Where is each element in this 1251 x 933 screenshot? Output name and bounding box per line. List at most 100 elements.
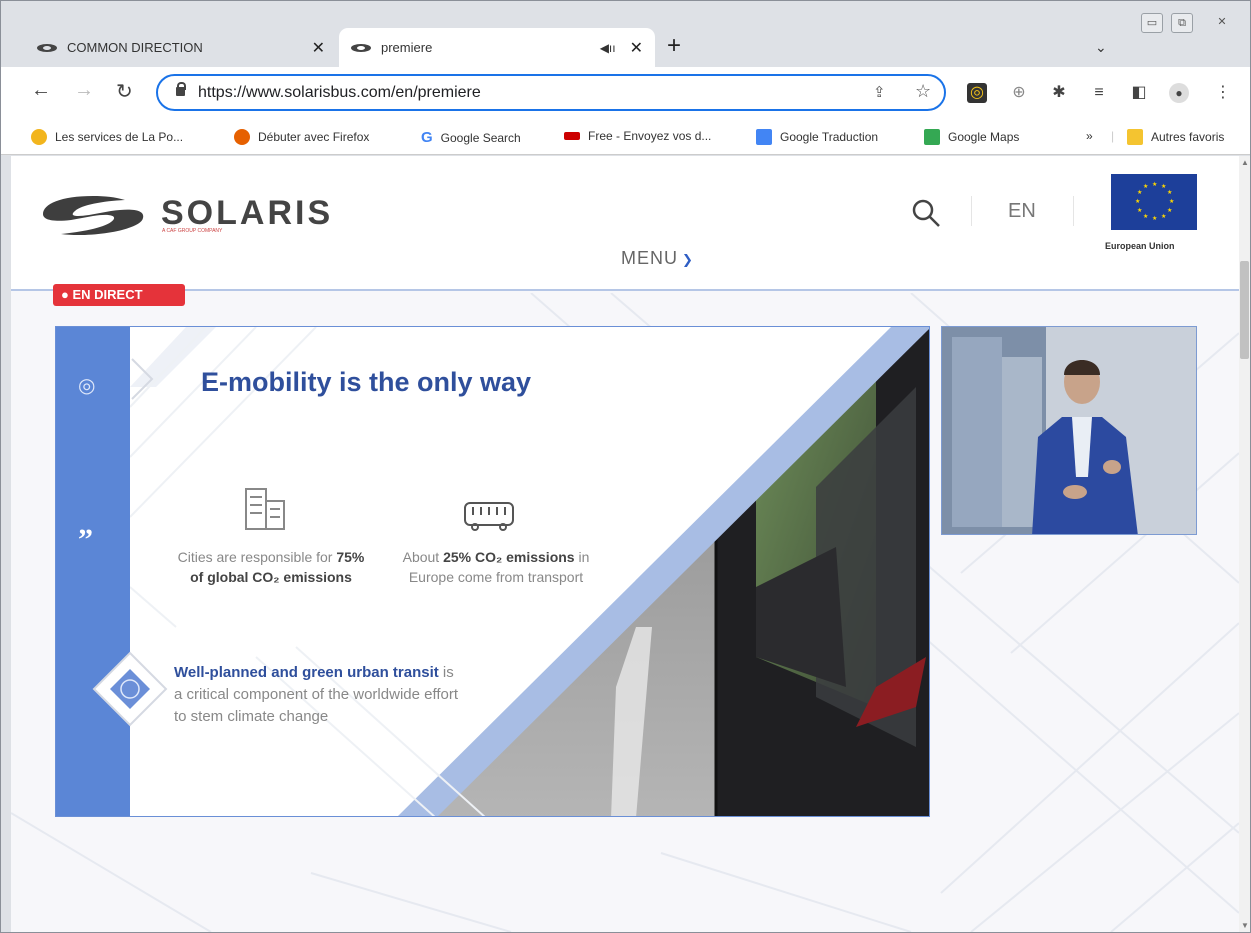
close-tab-icon[interactable]: ✕ xyxy=(630,38,643,58)
bookmark-label: Google Traduction xyxy=(780,130,879,144)
solaris-logo-icon[interactable] xyxy=(41,194,145,238)
live-badge: ● EN DIRECT xyxy=(53,284,185,306)
extension-icon[interactable]: ◎ xyxy=(967,83,987,103)
svg-text:★: ★ xyxy=(1143,183,1148,190)
city-buildings-icon xyxy=(245,488,285,530)
bookmark-free[interactable]: Free - Envoyez vos d... xyxy=(564,129,711,143)
svg-text:★: ★ xyxy=(1167,207,1172,214)
bookmark-label: Google Maps xyxy=(948,130,1020,144)
address-bar[interactable]: https://www.solarisbus.com/en/premiere ⇪… xyxy=(156,74,946,111)
tab-premiere[interactable]: premiere ◀ıı ✕ xyxy=(339,28,655,67)
browser-toolbar: ← → ↻ https://www.solarisbus.com/en/prem… xyxy=(1,67,1250,119)
bookmark-google-search[interactable]: G Google Search xyxy=(421,129,521,146)
transit-highlight: Well-planned and green urban transit xyxy=(174,664,439,681)
brand-subtitle: A CAF GROUP COMPANY xyxy=(162,228,223,234)
back-arrow-icon[interactable]: ← xyxy=(31,79,51,102)
forward-arrow-icon[interactable]: → xyxy=(74,79,94,102)
bookmark-star-icon[interactable]: ☆ xyxy=(915,81,931,102)
tab-title: premiere xyxy=(381,40,433,55)
svg-text:★: ★ xyxy=(1143,213,1148,220)
new-tab-button[interactable]: + xyxy=(667,34,681,58)
svg-text:★: ★ xyxy=(1135,198,1140,205)
folder-icon xyxy=(1127,129,1143,145)
transit-statement: Well-planned and green urban transit is … xyxy=(174,662,464,728)
svg-text:★: ★ xyxy=(1137,207,1142,214)
close-window-button[interactable]: ✕ xyxy=(1211,13,1233,33)
scroll-up-icon[interactable]: ▲ xyxy=(1241,158,1249,167)
stat-text: About xyxy=(402,549,444,565)
extensions-puzzle-icon[interactable]: ✱ xyxy=(1049,83,1069,103)
tab-title: COMMON DIRECTION xyxy=(67,40,203,55)
tab-common-direction[interactable]: COMMON DIRECTION ✕ xyxy=(25,28,337,67)
bookmark-label: Free - Envoyez vos d... xyxy=(588,129,712,143)
language-selector[interactable]: EN xyxy=(1008,200,1036,223)
reading-list-icon[interactable]: ≡ xyxy=(1089,83,1109,103)
free-icon xyxy=(564,132,580,140)
svg-text:★: ★ xyxy=(1161,213,1166,220)
presentation-slide: ◎ ” E-mobility is the only way Cities ar… xyxy=(55,326,930,817)
firefox-icon xyxy=(234,129,250,145)
more-bookmarks-icon[interactable]: » xyxy=(1086,129,1093,143)
bookmark-label: Les services de La Po... xyxy=(55,130,184,144)
extension-icon[interactable]: ⊕ xyxy=(1009,83,1029,103)
restore-button[interactable]: ⧉ xyxy=(1171,13,1193,33)
page-scrollbar[interactable]: ▲ ▼ xyxy=(1239,156,1250,932)
menu-label: MENU xyxy=(621,248,678,268)
share-icon[interactable]: ⇪ xyxy=(873,83,886,101)
audio-playing-icon[interactable]: ◀ıı xyxy=(600,41,616,55)
tab-strip: COMMON DIRECTION ✕ premiere ◀ıı ✕ + ⌄ ▭ … xyxy=(1,1,1250,67)
stat-cities: Cities are responsible for 75% of global… xyxy=(171,547,371,587)
web-page: SOLARIS A CAF GROUP COMPANY EN MENU ❯ ★ ★ ★… xyxy=(11,156,1239,932)
stat-text: Cities are responsible for xyxy=(177,549,337,565)
svg-text:★: ★ xyxy=(1152,215,1157,222)
bookmark-la-poste[interactable]: Les services de La Po... xyxy=(31,129,183,145)
bus-icon xyxy=(464,502,514,531)
scroll-down-icon[interactable]: ▼ xyxy=(1241,921,1249,930)
solaris-favicon-icon xyxy=(351,43,373,53)
lock-icon[interactable] xyxy=(176,82,186,98)
bookmark-google-traduction[interactable]: Google Traduction xyxy=(756,129,878,145)
bookmark-label: Débuter avec Firefox xyxy=(258,130,370,144)
quote-icon: ” xyxy=(78,523,93,556)
globe-diamond-icon xyxy=(92,651,168,727)
tab-search-chevron-icon[interactable]: ⌄ xyxy=(1095,39,1107,56)
target-icon: ◎ xyxy=(78,375,96,397)
minimize-button[interactable]: ▭ xyxy=(1141,13,1163,33)
site-header: SOLARIS A CAF GROUP COMPANY EN MENU ❯ ★ ★ ★… xyxy=(11,156,1239,291)
presenter-image xyxy=(942,327,1196,534)
bookmark-label: Google Search xyxy=(440,130,521,145)
eu-flag-icon: ★ ★★ ★★★ ★★★ ★★★ xyxy=(1111,174,1197,230)
url-text[interactable]: https://www.solarisbus.com/en/premiere xyxy=(198,84,481,102)
bookmark-separator: | xyxy=(1111,129,1115,143)
menu-button[interactable]: MENU ❯ xyxy=(621,248,694,269)
bookmark-other-favorites[interactable]: Autres favoris xyxy=(1127,129,1224,145)
header-separator xyxy=(971,196,972,226)
browser-window: COMMON DIRECTION ✕ premiere ◀ıı ✕ + ⌄ ▭ … xyxy=(0,0,1251,933)
svg-text:★: ★ xyxy=(1152,181,1157,188)
svg-text:★: ★ xyxy=(1167,189,1172,196)
search-icon[interactable] xyxy=(911,198,941,228)
profile-avatar-icon[interactable]: ● xyxy=(1169,83,1189,103)
chevron-down-icon: ❯ xyxy=(682,252,694,267)
bookmark-google-maps[interactable]: Google Maps xyxy=(924,129,1019,145)
header-separator xyxy=(1073,196,1074,226)
stat-transport: About 25% CO₂ emissions in Europe come f… xyxy=(396,547,596,587)
slide-arrow-icon xyxy=(131,358,154,400)
bookmarks-bar: Les services de La Po... Débuter avec Fi… xyxy=(1,119,1250,155)
svg-text:★: ★ xyxy=(1137,189,1142,196)
solaris-favicon-icon xyxy=(37,43,59,53)
scroll-thumb[interactable] xyxy=(1240,261,1249,359)
stat-highlight: 25% CO₂ emissions xyxy=(443,549,575,565)
chrome-menu-icon[interactable]: ⋮ xyxy=(1213,83,1233,103)
la-poste-icon xyxy=(31,129,47,145)
svg-text:★: ★ xyxy=(1169,198,1174,205)
side-panel-icon[interactable]: ◧ xyxy=(1129,83,1149,103)
presenter-video[interactable] xyxy=(941,326,1197,535)
bookmark-firefox[interactable]: Débuter avec Firefox xyxy=(234,129,369,145)
svg-text:★: ★ xyxy=(1161,183,1166,190)
close-tab-icon[interactable]: ✕ xyxy=(312,38,325,58)
slide-sidebar: ◎ ” xyxy=(56,327,130,816)
reload-icon[interactable]: ↻ xyxy=(116,79,133,104)
translate-icon xyxy=(756,129,772,145)
google-icon: G xyxy=(421,129,433,146)
